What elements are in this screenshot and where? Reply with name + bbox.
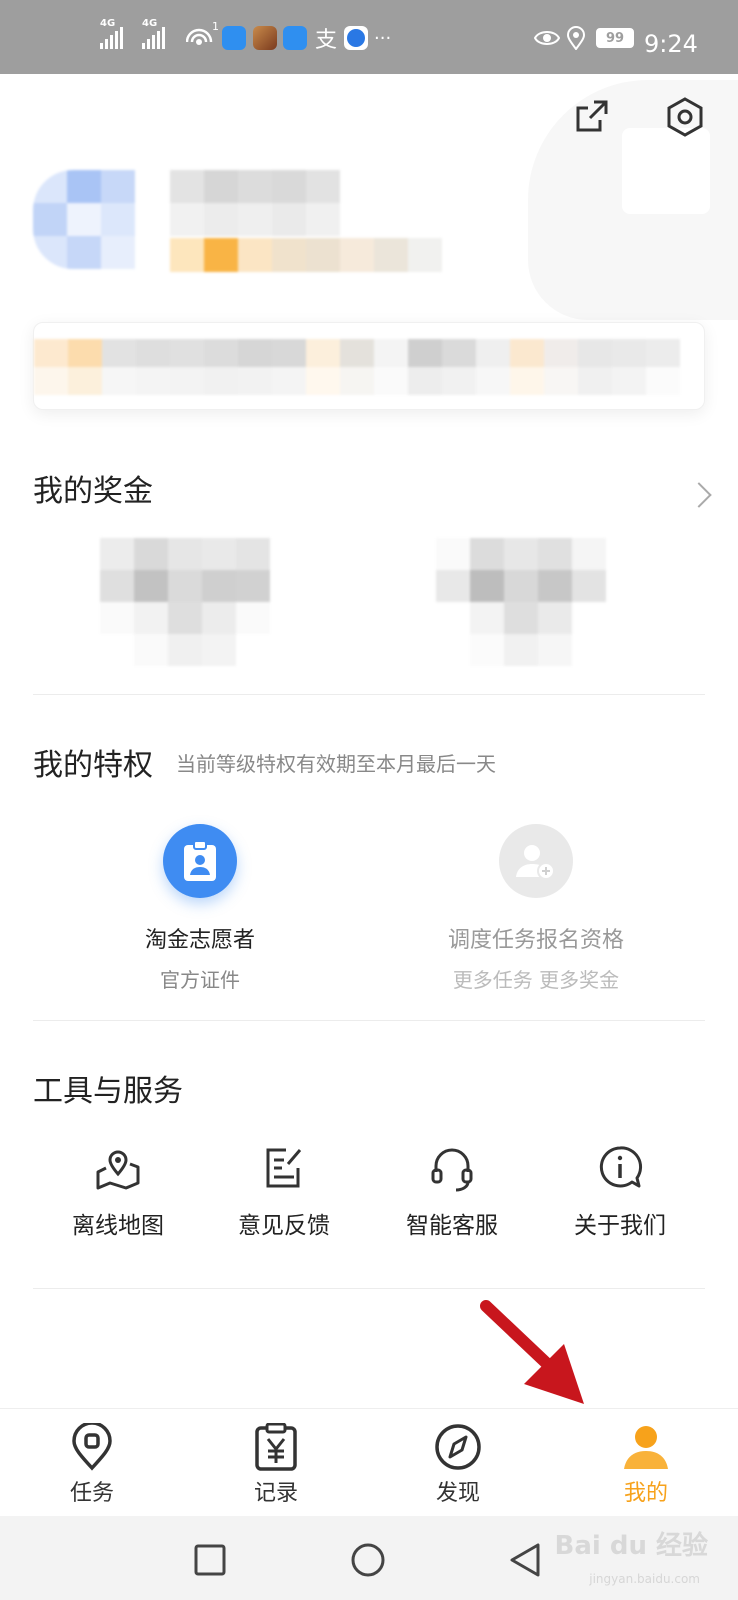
game-notify-icon [253,24,277,52]
tool-offline-map[interactable]: 离线地图 [38,1144,198,1240]
nav-mine-label: 我的 [623,1481,668,1506]
badge-icon [163,824,237,898]
bonus-amount-2-blurred [436,538,606,666]
info-icon [599,1146,643,1188]
battery-icon: 99 [596,24,634,52]
eye-comfort-icon [534,24,560,52]
clock: 9:24 [644,30,698,58]
divider-2 [33,1020,705,1021]
watermark: Bai du 经验 [554,1531,709,1561]
compass-icon [435,1424,481,1470]
hotspot-count: 1 [212,20,219,33]
person-icon [624,1426,668,1469]
avatar[interactable] [33,170,135,269]
back-icon[interactable] [508,1542,542,1578]
network-type-1: 4G [100,18,116,29]
watermark-url: jingyan.baidu.com [589,1572,700,1586]
nav-tasks-label: 任务 [69,1481,114,1506]
headset-icon [431,1148,473,1192]
share-icon [576,100,608,132]
network-type-2: 4G [142,18,158,29]
tool-feedback-label: 意见反馈 [238,1213,330,1239]
settings-button[interactable] [664,96,708,140]
header-decoration-square [622,128,710,214]
signal-1-icon: 4G [100,18,123,52]
browser-notify-icon [344,24,368,52]
location-status-icon [567,24,585,52]
more-notifications: ··· [374,27,392,49]
tool-about-us-label: 关于我们 [574,1213,666,1239]
tool-offline-map-label: 离线地图 [72,1213,164,1239]
map-icon [96,1150,140,1190]
privilege-dispatch[interactable]: 调度任务报名资格 更多任务 更多奖金 [396,824,676,993]
battery-level: 99 [596,28,634,48]
location-pin-icon [72,1423,112,1471]
bottom-nav: 任务 记录 发现 我的 [0,1408,738,1516]
nav-records-label: 记录 [253,1481,298,1506]
alipay-icon: 支 [315,28,338,53]
privilege-volunteer[interactable]: 淘金志愿者 官方证件 [60,824,340,993]
info-card-content-blurred [34,339,680,395]
privilege-volunteer-title: 淘金志愿者 [144,928,255,953]
signal-2-icon: 4G [142,18,165,52]
nav-discover-label: 发现 [435,1481,480,1506]
bonus-chevron-right-icon[interactable] [686,482,712,508]
privilege-volunteer-subtitle: 官方证件 [160,968,240,992]
recent-apps-icon[interactable] [194,1544,226,1576]
app-notify-1-icon [222,24,246,52]
tools-title: 工具与服务 [33,1074,183,1109]
feedback-icon [266,1148,302,1188]
info-card[interactable] [33,322,705,410]
app-notify-2-icon [283,24,307,52]
username-blurred [170,170,340,236]
status-bar: 4G 4G 1 支 ··· 99 9:24 [0,0,738,74]
privileges-title: 我的特权 [33,748,153,783]
tool-customer-service[interactable]: 智能客服 [372,1144,532,1240]
home-icon[interactable] [350,1542,386,1578]
bonus-title: 我的奖金 [33,474,153,509]
tool-feedback[interactable]: 意见反馈 [204,1144,364,1240]
annotation-arrow-icon [480,1300,584,1404]
nav-discover[interactable]: 发现 [398,1423,518,1507]
bonus-amount-1-blurred [100,538,270,666]
privilege-dispatch-title: 调度任务报名资格 [447,928,624,953]
divider-3 [33,1288,705,1289]
settings-icon [667,97,703,137]
add-user-icon [499,824,573,898]
tool-about-us[interactable]: 关于我们 [540,1144,700,1240]
divider-1 [33,694,705,695]
share-button[interactable] [572,96,616,140]
nav-tasks[interactable]: 任务 [32,1423,152,1507]
clipboard-yen-icon [255,1423,297,1471]
privileges-subtitle: 当前等级特权有效期至本月最后一天 [176,752,496,776]
hotspot-icon: 1 [186,20,219,52]
nav-records[interactable]: 记录 [216,1423,336,1507]
level-badge-blurred [170,238,442,272]
tool-customer-service-label: 智能客服 [406,1213,498,1239]
privilege-dispatch-subtitle: 更多任务 更多奖金 [452,968,620,992]
nav-mine[interactable]: 我的 [586,1423,706,1507]
